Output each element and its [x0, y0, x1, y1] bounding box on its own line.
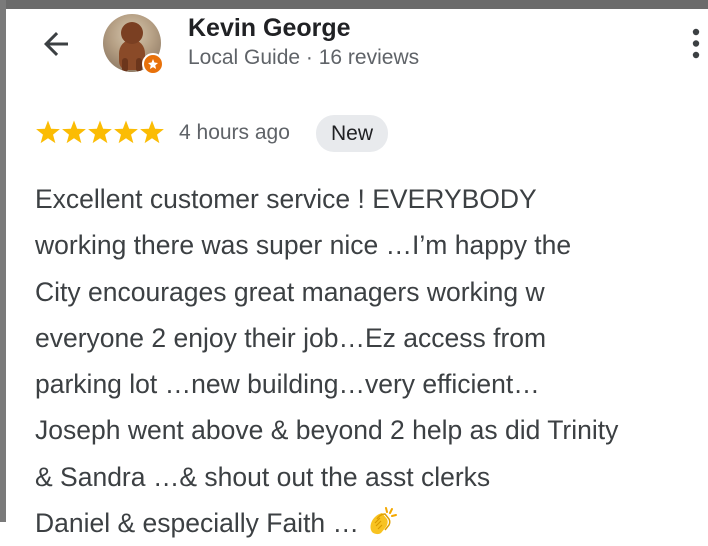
review-text: Excellent customer service ! EVERYBODY w… — [35, 176, 708, 546]
star-icon — [36, 120, 60, 144]
window-frame-top — [0, 0, 708, 9]
window-frame-left — [0, 0, 6, 522]
clapping-hands-emoji — [370, 507, 398, 535]
new-badge: New — [316, 115, 389, 152]
star-rating — [35, 120, 165, 146]
reviewer-name[interactable]: Kevin George — [188, 14, 351, 43]
back-button[interactable] — [38, 26, 74, 62]
arrow-back-icon — [44, 32, 68, 56]
more-options-button[interactable] — [684, 24, 708, 64]
more-vert-icon — [692, 28, 700, 59]
review-time: 4 hours ago — [179, 121, 290, 144]
star-icon — [140, 120, 164, 144]
star-icon — [114, 120, 138, 144]
reviewer-meta: Local Guide · 16 reviews — [188, 46, 420, 69]
star-icon — [62, 120, 86, 144]
review-text-content: Excellent customer service ! EVERYBODY w… — [35, 184, 619, 539]
local-guide-badge-icon — [142, 53, 164, 75]
reviewer-avatar[interactable] — [103, 14, 165, 76]
star-icon — [88, 120, 112, 144]
